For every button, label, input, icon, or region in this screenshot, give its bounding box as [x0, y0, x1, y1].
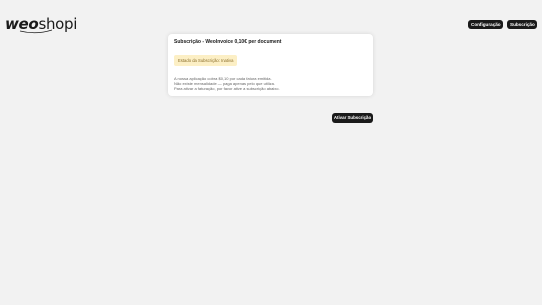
status-badge: Estado da Subscrição: Inativa [174, 55, 238, 66]
info-text: A nossa aplicação cobra $0,10 por cada f… [174, 76, 280, 91]
logo-swoosh-icon [19, 29, 53, 34]
subscription-button[interactable]: Subscrição [507, 20, 537, 29]
info-line: Para ativar a faturação, por favor ative… [174, 86, 280, 91]
logo[interactable]: weo shopi [5, 14, 77, 34]
activate-subscription-button[interactable]: Ativar Subscrição [332, 113, 373, 123]
subscription-card: Subscrição - WeoInvoice 0,10€ per docume… [168, 34, 373, 96]
configuration-button[interactable]: Configuração [468, 20, 503, 29]
card-title: Subscrição - WeoInvoice 0,10€ per docume… [174, 39, 282, 45]
page: weo shopi Configuração Subscrição Subscri… [0, 0, 542, 305]
